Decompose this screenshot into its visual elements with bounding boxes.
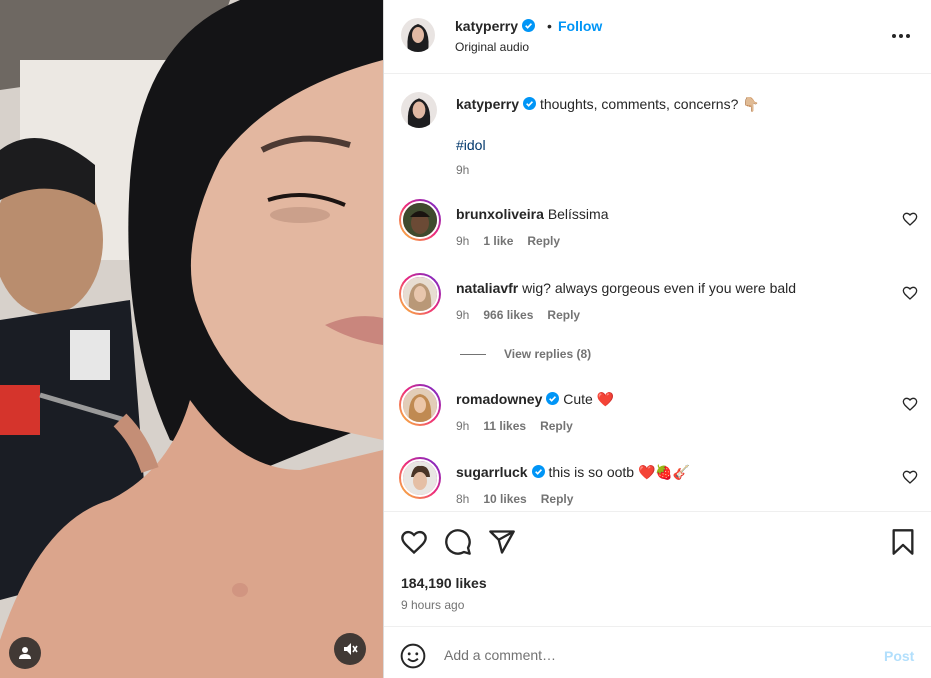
more-icon[interactable]	[889, 26, 913, 46]
verified-icon	[523, 97, 537, 110]
separator-dot: •	[547, 18, 552, 34]
reply-button[interactable]: Reply	[541, 492, 574, 506]
reply-button[interactable]: Reply	[547, 308, 580, 322]
commenter-avatar[interactable]	[399, 199, 441, 241]
verified-icon	[546, 392, 560, 405]
view-replies-label: View replies (8)	[504, 347, 592, 361]
comments-list[interactable]: katyperry thoughts, comments, concerns? …	[384, 75, 931, 511]
comment-text: brunxoliveira Belíssima	[456, 206, 609, 222]
comment-text: sugarrluck this is so ootb ❤️🍓🎸	[456, 464, 690, 481]
heart-icon[interactable]	[902, 211, 918, 227]
post-comment-button[interactable]: Post	[884, 648, 914, 664]
comment-likes[interactable]: 966 likes	[483, 308, 533, 322]
comment-time: 9h	[456, 234, 470, 248]
post-actions: 184,190 likes 9 hours ago	[384, 511, 931, 624]
comment-username[interactable]: brunxoliveira	[456, 206, 544, 222]
reply-button[interactable]: Reply	[540, 419, 573, 433]
comment-body: this is so ootb	[548, 464, 635, 480]
comment-likes[interactable]: 10 likes	[483, 492, 526, 506]
comment-likes[interactable]: 1 like	[483, 234, 513, 248]
caption-body: thoughts, comments, concerns?	[539, 96, 739, 112]
likes-count[interactable]: 184,190 likes	[401, 575, 487, 591]
caption-time: 9h	[456, 163, 470, 177]
comment-meta: 9h 11 likes Reply	[456, 419, 587, 433]
comment-item: brunxoliveira Belíssima 9h 1 like Reply	[384, 199, 931, 259]
heart-icon[interactable]	[902, 285, 918, 301]
post-photo	[0, 0, 383, 678]
comment-time: 8h	[456, 492, 470, 506]
comment-meta: 8h 10 likes Reply	[456, 492, 587, 506]
comment-item: romadowney Cute ❤️ 9h 11 likes Reply	[384, 384, 931, 444]
tagged-users-button[interactable]	[9, 637, 41, 669]
commenter-avatar[interactable]	[399, 273, 441, 315]
caption-avatar[interactable]	[401, 92, 437, 128]
verified-icon	[522, 19, 536, 32]
comment-time: 9h	[456, 419, 470, 433]
mute-icon	[344, 643, 358, 655]
comment-text: romadowney Cute ❤️	[456, 391, 614, 408]
comment-item: nataliavfr wig? always gorgeous even if …	[384, 273, 931, 333]
heart-icon[interactable]	[400, 528, 428, 556]
mute-button[interactable]	[334, 633, 366, 665]
comment-meta: 9h 966 likes Reply	[456, 308, 594, 322]
comment-likes[interactable]: 11 likes	[483, 419, 526, 433]
commenter-avatar[interactable]	[399, 457, 441, 499]
reply-button[interactable]: Reply	[527, 234, 560, 248]
hashtag-link[interactable]: #idol	[456, 137, 486, 153]
heart-icon[interactable]	[902, 469, 918, 485]
heart-icon[interactable]	[902, 396, 918, 412]
comment-username[interactable]: sugarrluck	[456, 464, 528, 480]
replies-dash	[460, 353, 486, 355]
comment-item: sugarrluck this is so ootb ❤️🍓🎸 8h 10 lik…	[384, 457, 931, 511]
add-comment-bar: Post	[384, 626, 931, 678]
comment-username[interactable]: romadowney	[456, 391, 542, 407]
post-time: 9 hours ago	[401, 598, 465, 612]
verified-icon	[531, 465, 545, 478]
audio-link[interactable]: Original audio	[455, 40, 529, 54]
follow-button[interactable]: Follow	[558, 18, 602, 34]
comment-body: Belíssima	[547, 206, 609, 222]
comment-input[interactable]	[444, 643, 864, 667]
pointing-down-emoji: 👇🏼	[742, 97, 760, 113]
emoji-icon[interactable]	[400, 643, 426, 669]
heart-emoji: ❤️	[596, 392, 615, 408]
bookmark-icon[interactable]	[889, 528, 917, 556]
author-avatar[interactable]	[401, 18, 435, 52]
comment-text: nataliavfr wig? always gorgeous even if …	[456, 280, 796, 296]
comment-meta: 9h 1 like Reply	[456, 234, 574, 248]
emoji-group: ❤️🍓🎸	[637, 465, 691, 481]
caption-username[interactable]: katyperry	[456, 96, 519, 112]
post-header: katyperry • Follow Original audio	[384, 0, 931, 74]
author-username[interactable]: katyperry	[455, 18, 536, 34]
share-icon[interactable]	[488, 528, 516, 556]
comment-body: Cute	[563, 391, 593, 407]
post-details-panel: katyperry • Follow Original audio katype…	[384, 0, 931, 678]
comment-body: wig? always gorgeous even if you were ba…	[522, 280, 797, 296]
comment-icon[interactable]	[444, 528, 472, 556]
comment-time: 9h	[456, 308, 470, 322]
user-tag-icon	[19, 647, 31, 659]
post-media[interactable]	[0, 0, 383, 678]
commenter-avatar[interactable]	[399, 384, 441, 426]
comment-username[interactable]: nataliavfr	[456, 280, 518, 296]
caption-text: katyperry thoughts, comments, concerns? …	[456, 96, 760, 113]
view-replies-button[interactable]: View replies (8)	[460, 347, 591, 361]
